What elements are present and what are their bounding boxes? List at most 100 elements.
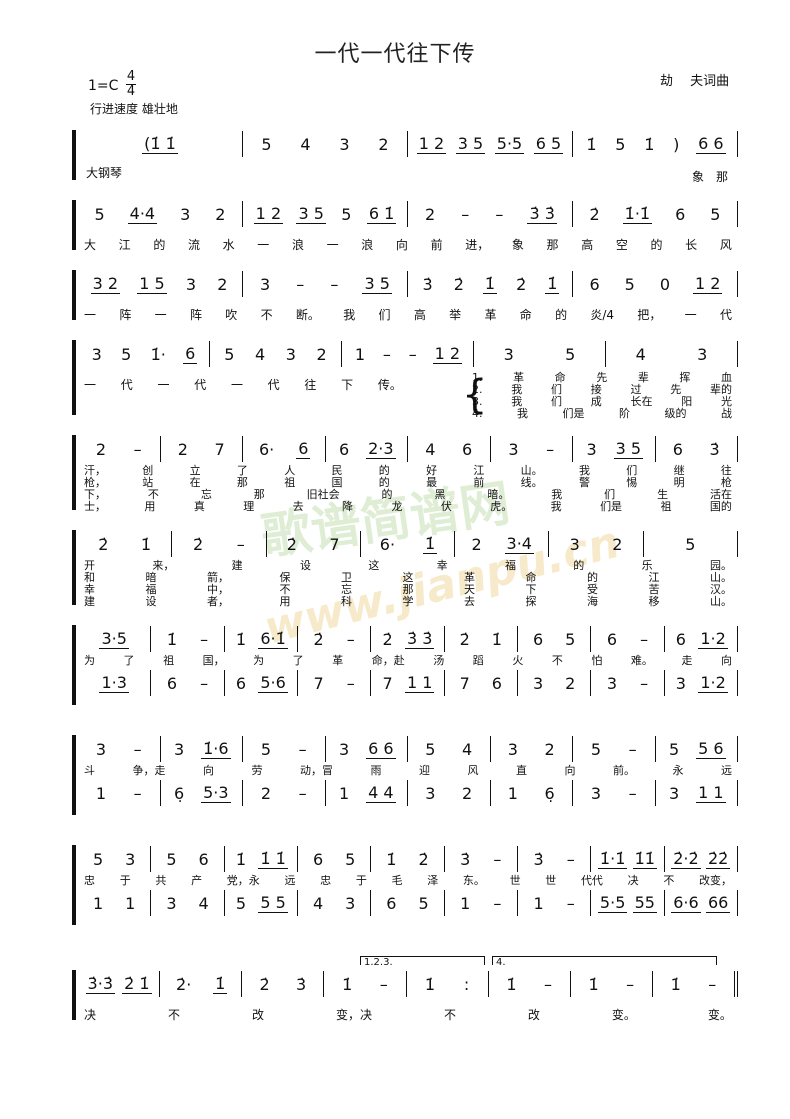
note-group: – <box>200 673 209 693</box>
note-group: 3 <box>675 673 686 693</box>
note-group: 6 <box>672 439 683 459</box>
measure: 3– <box>573 780 656 806</box>
measure: 76 <box>445 670 518 696</box>
lyric-word: 汤 <box>433 654 445 667</box>
lyric-word: 流 <box>187 238 200 252</box>
score-system: (1̇ 1̇ 5 4 3 2 1 2 3 5 5·5 6 5 1̇ 5 1̇) 6 6 大钢琴 象 那 <box>72 130 738 184</box>
note-group: 3 <box>569 534 580 554</box>
note-group: 1̇ <box>644 134 655 154</box>
note-group: 3 <box>697 344 708 364</box>
note-group: 3 5 <box>613 438 644 459</box>
note-group: 5 <box>345 849 356 869</box>
note-group: 2̇ <box>516 274 527 294</box>
measure: 65 <box>298 846 372 872</box>
measure: 2̇ – <box>298 626 372 652</box>
measure: 1̇ 2̇ <box>371 846 445 872</box>
measure: 46 <box>408 436 491 462</box>
lyric-word: 举 <box>449 308 462 322</box>
measure: 43 <box>298 890 372 916</box>
lyric-word: 幸 <box>436 559 448 572</box>
lyric-word: 龙 <box>391 500 403 513</box>
note-group: 2̇ <box>286 534 297 554</box>
note-group: 5 <box>565 629 576 649</box>
note-group: 2 <box>462 783 473 803</box>
measure: 32 <box>518 670 592 696</box>
measure: 1̇ – <box>653 971 738 997</box>
note-group: 1 <box>354 344 366 364</box>
note-group: 1̇1̇ <box>632 848 657 869</box>
measure: 2̇ 3̇ <box>242 971 325 997</box>
measure: 1̇·1̇ 1̇1̇ <box>591 846 665 872</box>
measure: 1– –1 2 <box>342 341 474 367</box>
note-group: 1̇ <box>235 849 247 869</box>
measure: 3 6 6 <box>326 736 408 762</box>
note-group: 3 <box>285 344 296 364</box>
score-system: 5 3 5 6 1̇ 1̇ 1̇ 6 5 1̇ 2̇ 3̇ –3̇ –1̇·1̇ 1̇1̇ 2̇·2̇ 2̇2… <box>72 845 738 925</box>
note-group: 2 <box>544 739 555 759</box>
lyric-word: 设 <box>145 595 157 608</box>
lyric-word: 忠 <box>84 874 95 887</box>
measure: 6· 6 <box>243 436 326 462</box>
lyric-word: 先 <box>670 383 682 396</box>
score-system: 3–3 1̇·6 5–3 6 6 5 4 3 2 5–5 5 6 斗争，走向劳动，冒雨迎风直向前。永… <box>72 735 738 815</box>
note-group: 6 <box>491 673 502 693</box>
lyric-line: 决 不 改 变，决 不 改 变。 变。 <box>84 1006 732 1023</box>
lyric-word: 向 <box>395 238 408 252</box>
lyric-word: 于 <box>119 874 131 887</box>
lyric-word: 前。 <box>613 764 635 777</box>
lyric-word: 向 <box>203 764 214 777</box>
measure: 2̇ 1̇ <box>78 531 173 557</box>
note-group: 1̇ <box>140 534 152 554</box>
measure: 2̇·2̇ 2̇2̇ <box>665 846 738 872</box>
lyric-word: 了 <box>292 654 304 667</box>
note-group: 6̣ <box>544 783 555 803</box>
lyric-word: 下 <box>341 378 354 392</box>
note-group: 3·4 <box>504 533 534 554</box>
lyric-word: 变。 <box>611 1008 636 1022</box>
lyric-word: 决 <box>84 1008 97 1022</box>
lyric-word: 建 <box>84 595 95 608</box>
lyric-word: 空 <box>615 238 628 252</box>
note-group: 5 <box>166 849 177 869</box>
measure-row: 3·5 1̇ –1̇ 6·1̇ 2̇ –2̇ 3̇ 3̇ 2̇ 1̇ 6 5 6–6 1·2 <box>78 626 738 652</box>
note-group: 3 <box>180 204 191 224</box>
lyric-word: 走 <box>681 654 693 667</box>
lyric-word: 在 <box>189 476 201 489</box>
lyric-word: 水 <box>222 238 235 252</box>
note-group: 6· <box>259 439 275 459</box>
lyric-word: 进， <box>465 238 490 252</box>
lyric-word: 高 <box>581 238 594 252</box>
lyric-word: 学 <box>402 595 414 608</box>
lyric-word: 江 <box>118 238 131 252</box>
measure-row: 5 3 5 6 1̇ 1̇ 1̇ 6 5 1̇ 2̇ 3̇ –3̇ –1̇·1̇ 1̇1̇ 2̇·2̇ 2̇2… <box>78 846 738 872</box>
measure: 65 <box>371 890 445 916</box>
score-system: 3 21 5 3 2 3– –3 5 3̇ 2̇ 1̇ 2̇ 1̇ 6 5 0 1 2 一阵一阵吹不断。我们… <box>72 270 738 322</box>
measure: 1– <box>518 890 592 916</box>
measure: 1·3 <box>78 670 152 696</box>
measure: 53 <box>78 846 152 872</box>
lyric-word: 去 <box>464 595 475 608</box>
measure: (1̇ 1̇ <box>78 131 243 157</box>
measure: 5– <box>243 736 326 762</box>
measure: 6· 1̇ <box>361 531 456 557</box>
lyric-word: 我 <box>550 500 562 513</box>
note-group: – <box>133 439 142 459</box>
note-group: 3 <box>338 739 350 759</box>
measure: 2̇· 1̇ <box>160 971 243 997</box>
measure: 34 <box>151 890 225 916</box>
note-group: 2̇· <box>176 974 192 994</box>
measure: 3– <box>491 436 573 462</box>
lyric-word: 怕 <box>591 654 603 667</box>
measure: 1 2 3 5 5 6 1̇ <box>243 201 408 227</box>
lyric-word: 山。 <box>710 595 732 608</box>
lyric-word: 那 <box>253 488 265 501</box>
measure: 3 3 5 <box>573 436 656 462</box>
lyric-word: 革 <box>484 308 497 322</box>
note-group: 4·4 <box>127 203 158 224</box>
note-group: – <box>628 739 637 759</box>
note-group: 1 2 <box>416 133 447 154</box>
measure: 1– <box>445 890 518 916</box>
time-signature: 4 4 <box>126 70 136 99</box>
lyric-word: 劳 <box>251 764 263 777</box>
note-group: 6 <box>589 274 600 294</box>
